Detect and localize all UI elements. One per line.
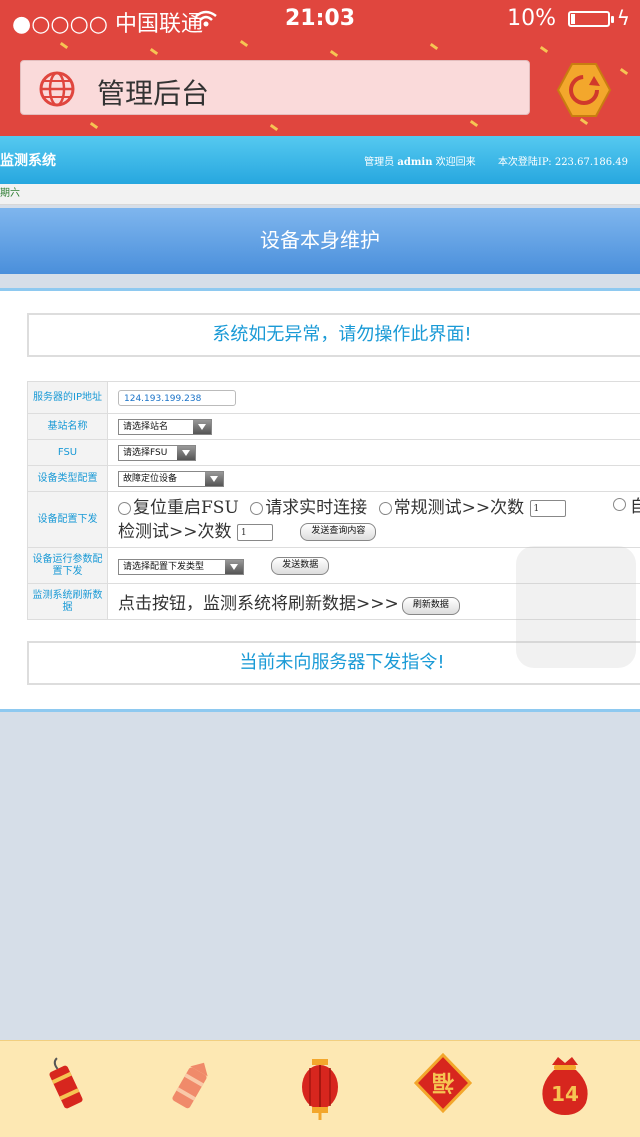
login-ip: 223.67.186.49 (555, 157, 628, 168)
confetti (60, 42, 68, 49)
confetti (580, 118, 588, 125)
date-line: 期六 (0, 184, 640, 205)
confetti (240, 40, 248, 47)
table-row: 服务器的IP地址 124.193.199.238 (28, 382, 640, 414)
station-label: 基站名称 (28, 414, 108, 440)
send-query-button[interactable]: 发送查询内容 (300, 523, 376, 541)
radio-normal-test[interactable] (379, 502, 392, 515)
radio-realtime[interactable] (250, 502, 263, 515)
confetti (150, 48, 158, 55)
welcome-text: 欢迎回来 (436, 157, 476, 168)
normal-test-count-input[interactable]: 1 (530, 500, 566, 517)
table-row: 基站名称 请选择站名 (28, 414, 640, 440)
refresh-icon[interactable] (556, 62, 612, 118)
admin-label: 管理员 (364, 157, 394, 168)
fsu-select[interactable]: 请选择FSU (118, 445, 196, 461)
devconfig-label: 设备配置下发 (28, 492, 108, 548)
confetti (90, 122, 98, 129)
confetti (430, 43, 438, 50)
system-name: 监测系统 (0, 150, 56, 170)
battery-icon (568, 11, 610, 27)
station-select[interactable]: 请选择站名 (118, 419, 212, 435)
radio-reset[interactable] (118, 502, 131, 515)
bottom-tabbar: 福 14 (0, 1040, 640, 1137)
fu-icon[interactable]: 福 (414, 1053, 472, 1117)
refresh-tip: 点击按钮，监测系统将刷新数据>>> (118, 594, 399, 614)
lucky-bag-icon[interactable]: 14 (536, 1055, 594, 1119)
runparam-label: 设备运行参数配置下发 (28, 548, 108, 584)
confetti (540, 46, 548, 53)
radio-self-test[interactable] (613, 498, 626, 511)
table-row: 设备类型配置 故障定位设备 (28, 466, 640, 492)
self-test-label: 自检测试>>次数 (118, 522, 232, 542)
app-title: 管理后台 (97, 72, 209, 112)
fsu-label: FSU (28, 440, 108, 466)
system-banner: 监测系统 管理员 admin 欢迎回来 本次登陆IP: 223.67.186.4… (0, 136, 640, 184)
battery-tip (611, 16, 614, 23)
firecracker-icon[interactable] (162, 1057, 218, 1117)
globe-icon (39, 71, 75, 107)
battery-percent: 10% (507, 6, 556, 31)
refresh-data-button[interactable]: 刷新数据 (402, 597, 460, 615)
table-row: FSU 请选择FSU (28, 440, 640, 466)
svg-text:福: 福 (432, 1069, 455, 1094)
login-ip-label: 本次登陆IP: (498, 157, 552, 168)
chevron-down-icon (225, 560, 243, 574)
chevron-down-icon (205, 472, 223, 486)
chevron-down-icon (177, 446, 195, 460)
chevron-down-icon (193, 420, 211, 434)
table-row: 设备配置下发 复位重启FSU 请求实时连接 常规测试>>次数 1 自检测试>>次… (28, 492, 640, 548)
config-options: 复位重启FSU 请求实时连接 常规测试>>次数 1 (118, 496, 640, 520)
devtype-select[interactable]: 故障定位设备 (118, 471, 224, 487)
refresh-label: 监测系统刷新数据 (28, 584, 108, 620)
runparam-select[interactable]: 请选择配置下发类型 (118, 559, 244, 575)
self-test-count-input[interactable]: 1 (237, 524, 273, 541)
lucky-bag-badge: 14 (551, 1082, 579, 1106)
page-title: 设备本身维护 (0, 208, 640, 274)
firecracker-icon[interactable] (38, 1057, 94, 1117)
assistive-touch-overlay[interactable] (516, 546, 636, 668)
confetti (330, 50, 338, 57)
admin-name: admin (397, 157, 432, 168)
app-title-box: 管理后台 (20, 60, 530, 115)
admin-info: 管理员 admin 欢迎回来 本次登陆IP: 223.67.186.49 (364, 153, 628, 168)
confetti (620, 68, 628, 75)
devtype-label: 设备类型配置 (28, 466, 108, 492)
confetti (270, 124, 278, 131)
charging-icon: ϟ (617, 6, 630, 30)
lantern-icon[interactable] (292, 1057, 348, 1121)
ip-label: 服务器的IP地址 (28, 382, 108, 414)
status-bar: ●○○○○ 中国联通 21:03 10% ϟ (0, 0, 640, 40)
notice-top: 系统如无异常，请勿操作此界面! (27, 313, 640, 357)
ip-input[interactable]: 124.193.199.238 (118, 390, 236, 406)
send-data-button[interactable]: 发送数据 (271, 557, 329, 575)
confetti (470, 120, 478, 127)
app-header: ●○○○○ 中国联通 21:03 10% ϟ 管理后台 (0, 0, 640, 136)
